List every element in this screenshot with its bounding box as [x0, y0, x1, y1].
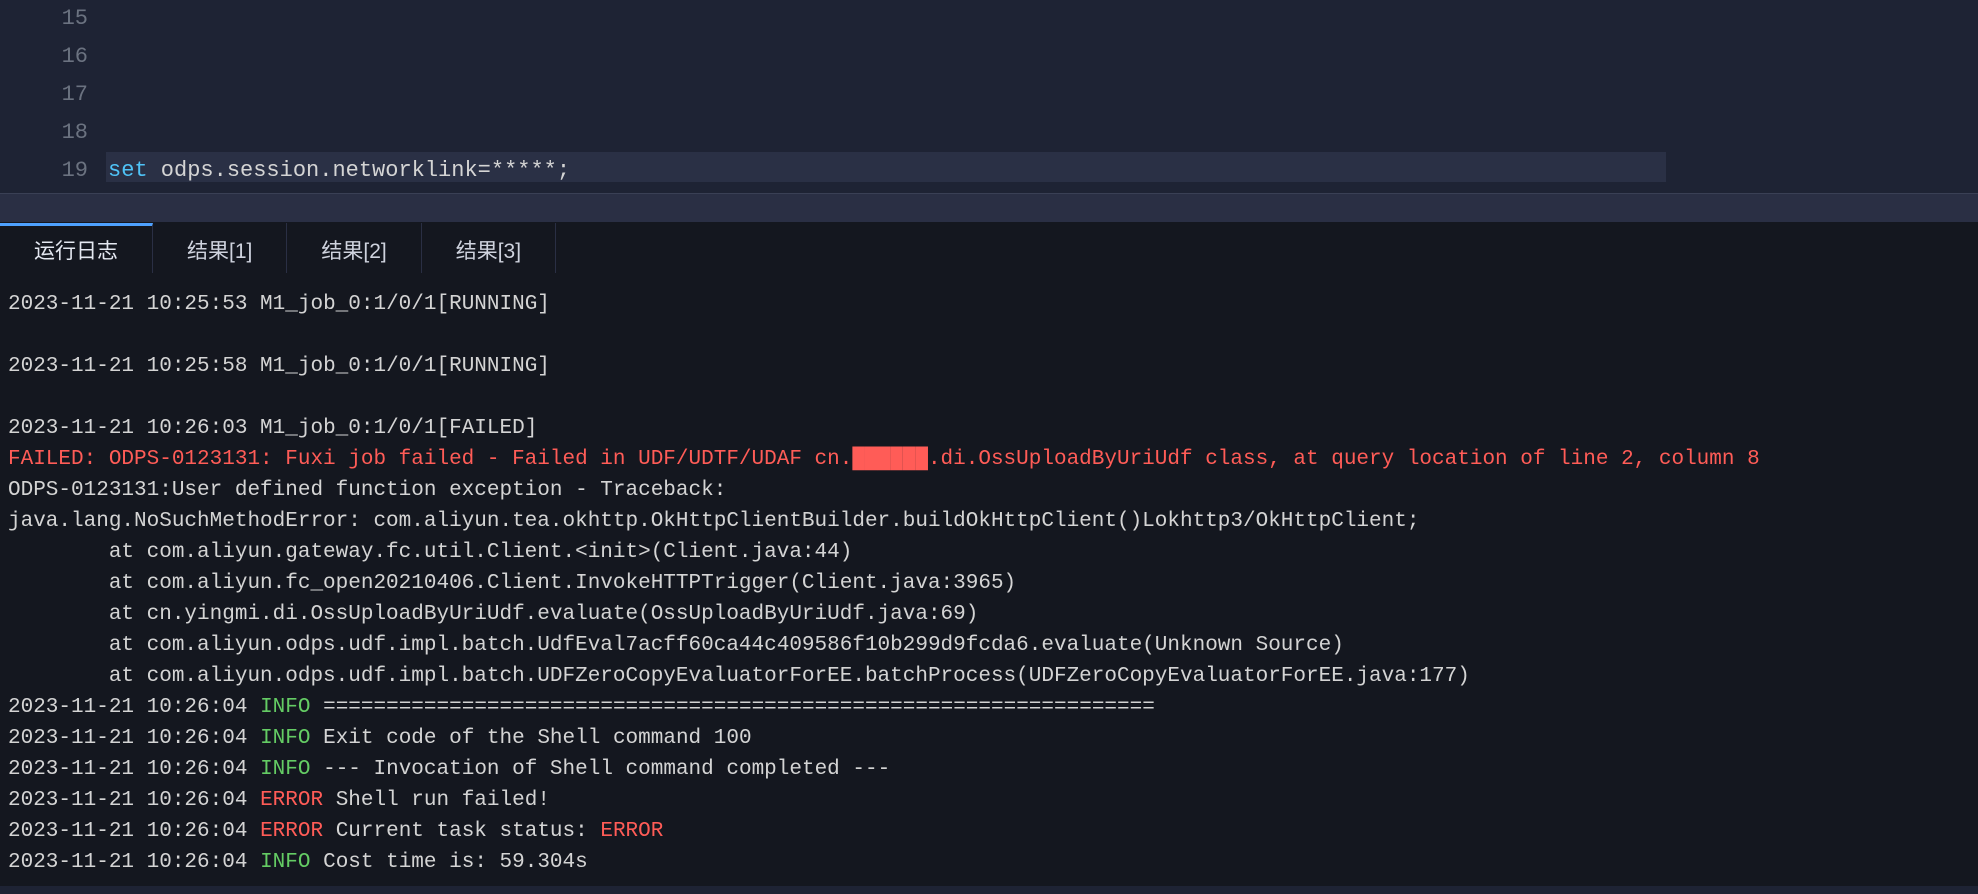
log-text: ODPS-0123131:User defined function excep… [8, 479, 726, 502]
log-line: at com.aliyun.gateway.fc.util.Client.<in… [8, 537, 1970, 568]
log-line [8, 382, 1970, 413]
tab-result-3[interactable]: 结果[3] [422, 223, 556, 273]
log-line: java.lang.NoSuchMethodError: com.aliyun.… [8, 506, 1970, 537]
log-timestamp: 2023-11-21 10:25:53 [8, 293, 247, 316]
code-line[interactable]: select oss_upload_by_uri_fc(fc_api_url, … [108, 190, 1978, 193]
log-line: 2023-11-21 10:26:04 ERROR Current task s… [8, 816, 1970, 847]
log-line: 2023-11-21 10:25:53 M1_job_0:1/0/1[RUNNI… [8, 289, 1970, 320]
code-token: = [478, 158, 491, 183]
log-message: --- Invocation of Shell command complete… [323, 758, 890, 781]
log-line: at com.aliyun.fc_open20210406.Client.Inv… [8, 568, 1970, 599]
panel-divider[interactable] [0, 193, 1978, 223]
log-line: 2023-11-21 10:26:04 INFO --- Invocation … [8, 754, 1970, 785]
log-message-error: ERROR [600, 820, 663, 843]
log-text: at com.aliyun.fc_open20210406.Client.Inv… [8, 572, 1016, 595]
line-number: 16 [0, 38, 88, 76]
log-timestamp: 2023-11-21 10:26:04 [8, 820, 247, 843]
line-number: 17 [0, 76, 88, 114]
log-text: java.lang.NoSuchMethodError: com.aliyun.… [8, 510, 1419, 533]
code-token: set [108, 158, 148, 183]
run-log-panel[interactable]: 2023-11-21 10:25:53 M1_job_0:1/0/1[RUNNI… [0, 273, 1978, 886]
log-timestamp: 2023-11-21 10:26:04 [8, 851, 247, 874]
code-token: ; [557, 158, 570, 183]
tab-label: 结果[3] [456, 235, 521, 265]
log-message: Shell run failed! [336, 789, 550, 812]
code-area[interactable]: set odps.session.networklink=*****;selec… [108, 0, 1978, 193]
line-number: 20 [0, 190, 88, 193]
log-message: Exit code of the Shell command 100 [323, 727, 751, 750]
log-message: ========================================… [323, 696, 1155, 719]
line-number: 19 [0, 152, 88, 190]
code-line[interactable]: set odps.session.networklink=*****; [108, 152, 1978, 190]
line-number: 18 [0, 114, 88, 152]
log-message: Cost time is: 59.304s [323, 851, 588, 874]
line-number-gutter: 151617181920 [0, 0, 108, 193]
log-level: INFO [260, 696, 310, 719]
log-text: M1_job_0:1/0/1[RUNNING] [247, 293, 549, 316]
log-line: 2023-11-21 10:26:04 ERROR Shell run fail… [8, 785, 1970, 816]
log-timestamp: 2023-11-21 10:26:04 [8, 758, 247, 781]
log-line: ODPS-0123131:User defined function excep… [8, 475, 1970, 506]
log-text: at com.aliyun.odps.udf.impl.batch.UdfEva… [8, 634, 1344, 657]
log-level: ERROR [260, 820, 323, 843]
line-number: 15 [0, 0, 88, 38]
log-line [8, 320, 1970, 351]
log-line: 2023-11-21 10:26:04 INFO Exit code of th… [8, 723, 1970, 754]
tab-result-2[interactable]: 结果[2] [287, 223, 421, 273]
tab-result-1[interactable]: 结果[1] [153, 223, 287, 273]
log-line: 2023-11-21 10:26:03 M1_job_0:1/0/1[FAILE… [8, 413, 1970, 444]
log-text: at com.aliyun.odps.udf.impl.batch.UDFZer… [8, 665, 1470, 688]
code-token: ***** [491, 158, 557, 183]
tab-run-log[interactable]: 运行日志 [0, 223, 153, 273]
output-tabbar: 运行日志 结果[1] 结果[2] 结果[3] [0, 223, 1978, 273]
log-level: INFO [260, 851, 310, 874]
log-error-text: FAILED: ODPS-0123131: Fuxi job failed - … [8, 448, 1760, 471]
log-level: INFO [260, 727, 310, 750]
log-timestamp: 2023-11-21 10:26:04 [8, 727, 247, 750]
log-line: at com.aliyun.odps.udf.impl.batch.UdfEva… [8, 630, 1970, 661]
tab-label: 结果[1] [187, 235, 252, 265]
log-line: FAILED: ODPS-0123131: Fuxi job failed - … [8, 444, 1970, 475]
code-token: odps.session.networklink [148, 158, 478, 183]
log-line: 2023-11-21 10:26:04 INFO ===============… [8, 692, 1970, 723]
log-line: at cn.yingmi.di.OssUploadByUriUdf.evalua… [8, 599, 1970, 630]
log-line: 2023-11-21 10:26:04 INFO Cost time is: 5… [8, 847, 1970, 878]
tab-label: 结果[2] [321, 235, 386, 265]
code-editor[interactable]: 151617181920 set odps.session.networklin… [0, 0, 1978, 193]
log-text: at cn.yingmi.di.OssUploadByUriUdf.evalua… [8, 603, 978, 626]
log-line: 2023-11-21 10:25:58 M1_job_0:1/0/1[RUNNI… [8, 351, 1970, 382]
code-line[interactable] [108, 114, 1978, 152]
log-message: Current task status: [336, 820, 601, 843]
tab-label: 运行日志 [34, 235, 118, 265]
log-timestamp: 2023-11-21 10:26:04 [8, 696, 247, 719]
log-timestamp: 2023-11-21 10:26:04 [8, 789, 247, 812]
log-text: M1_job_0:1/0/1[FAILED] [247, 417, 537, 440]
log-timestamp: 2023-11-21 10:25:58 [8, 355, 247, 378]
log-line: at com.aliyun.odps.udf.impl.batch.UDFZer… [8, 661, 1970, 692]
log-text: M1_job_0:1/0/1[RUNNING] [247, 355, 549, 378]
log-level: ERROR [260, 789, 323, 812]
log-timestamp: 2023-11-21 10:26:03 [8, 417, 247, 440]
log-level: INFO [260, 758, 310, 781]
log-text: at com.aliyun.gateway.fc.util.Client.<in… [8, 541, 852, 564]
